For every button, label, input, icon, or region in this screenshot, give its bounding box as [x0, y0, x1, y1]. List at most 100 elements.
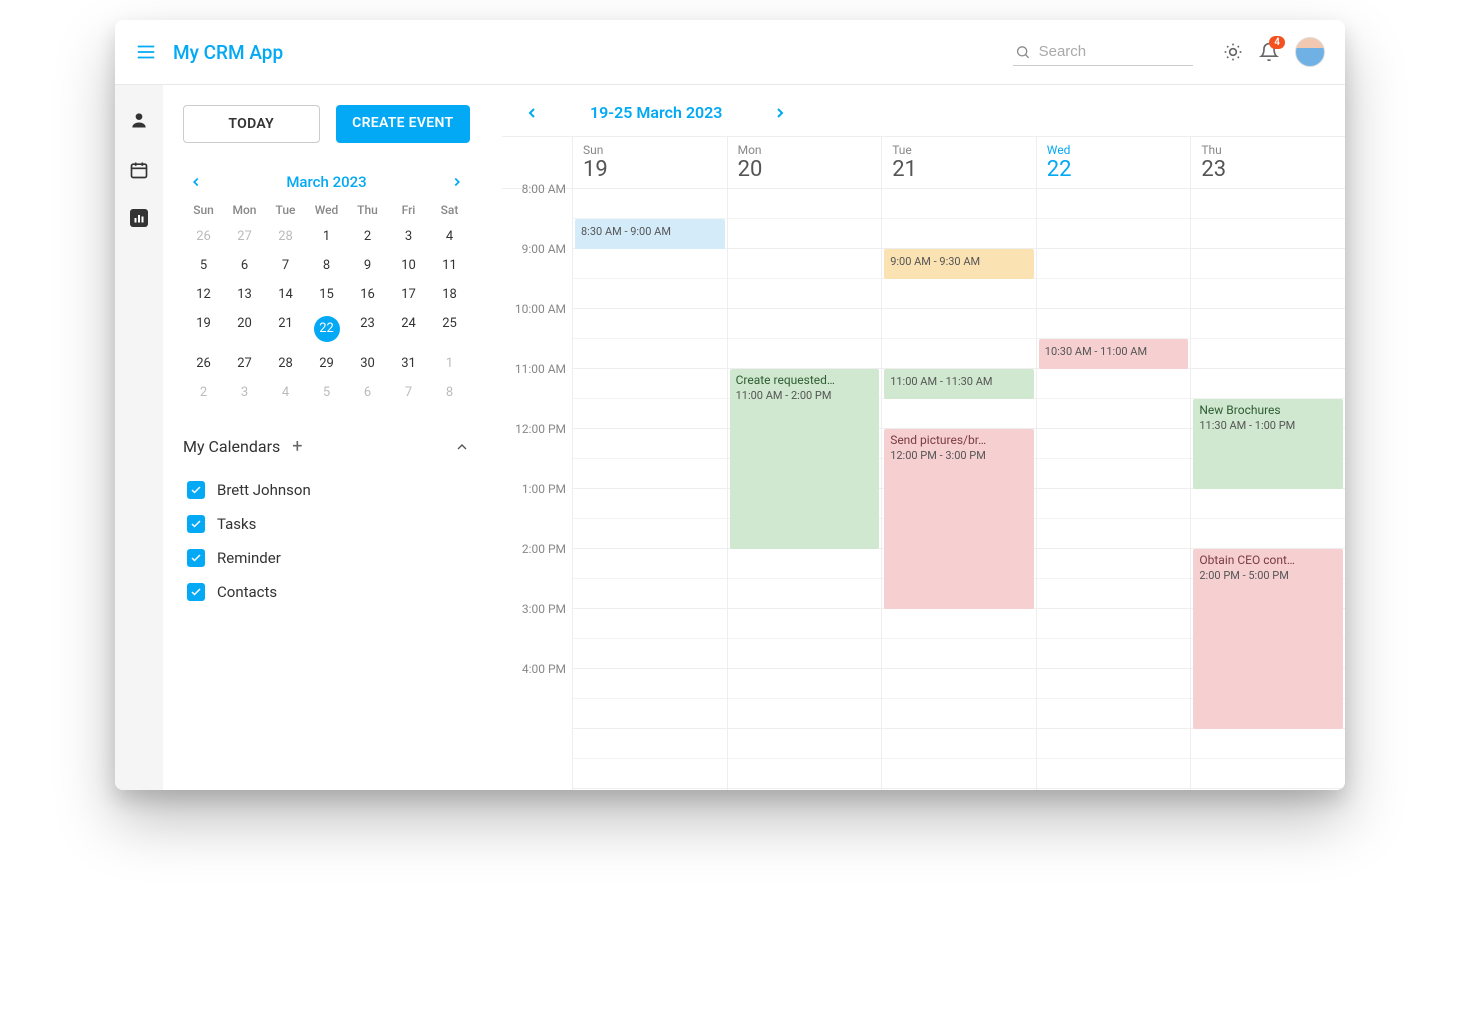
- mini-day[interactable]: 8: [429, 385, 470, 400]
- time-slot[interactable]: [728, 669, 882, 699]
- mini-day[interactable]: 28: [265, 356, 306, 371]
- time-slot[interactable]: [573, 759, 727, 789]
- time-slot[interactable]: [1037, 249, 1191, 279]
- time-slot[interactable]: [573, 549, 727, 579]
- time-slot[interactable]: [573, 699, 727, 729]
- time-slot[interactable]: [1191, 729, 1345, 759]
- mini-day[interactable]: 9: [347, 258, 388, 273]
- calendar-event[interactable]: Send pictures/br…12:00 PM - 3:00 PM: [884, 429, 1034, 609]
- menu-icon[interactable]: [135, 41, 157, 63]
- calendar-item[interactable]: Contacts: [183, 575, 470, 609]
- time-slot[interactable]: [573, 609, 727, 639]
- time-slot[interactable]: [728, 639, 882, 669]
- mini-day[interactable]: 28: [265, 229, 306, 244]
- search-input[interactable]: [1039, 43, 1191, 60]
- mini-day[interactable]: 12: [183, 287, 224, 302]
- mini-day[interactable]: 20: [224, 316, 265, 342]
- mini-day[interactable]: 27: [224, 229, 265, 244]
- mini-day[interactable]: 7: [388, 385, 429, 400]
- mini-day[interactable]: 22: [314, 316, 340, 342]
- mini-day[interactable]: 2: [183, 385, 224, 400]
- mini-day[interactable]: 19: [183, 316, 224, 342]
- mini-day[interactable]: 15: [306, 287, 347, 302]
- time-slot[interactable]: [1037, 729, 1191, 759]
- mini-day[interactable]: 4: [429, 229, 470, 244]
- time-slot[interactable]: [882, 759, 1036, 789]
- day-header[interactable]: Tue21: [882, 137, 1036, 189]
- mini-day[interactable]: 27: [224, 356, 265, 371]
- notifications-icon[interactable]: 4: [1259, 42, 1279, 62]
- mini-day[interactable]: 13: [224, 287, 265, 302]
- calendar-event[interactable]: 11:00 AM - 11:30 AM: [884, 369, 1034, 399]
- time-slot[interactable]: [1191, 369, 1345, 399]
- time-slot[interactable]: [882, 339, 1036, 369]
- mini-day[interactable]: 5: [183, 258, 224, 273]
- theme-toggle-icon[interactable]: [1223, 42, 1243, 62]
- time-slot[interactable]: [1037, 189, 1191, 219]
- time-slot[interactable]: [882, 729, 1036, 759]
- user-avatar[interactable]: [1295, 37, 1325, 67]
- time-slot[interactable]: [1191, 339, 1345, 369]
- time-slot[interactable]: [573, 669, 727, 699]
- time-slot[interactable]: [573, 369, 727, 399]
- time-slot[interactable]: [1191, 279, 1345, 309]
- time-slot[interactable]: [1191, 309, 1345, 339]
- time-slot[interactable]: [728, 549, 882, 579]
- time-slot[interactable]: [728, 189, 882, 219]
- time-slot[interactable]: [573, 489, 727, 519]
- mini-day[interactable]: 26: [183, 229, 224, 244]
- time-slot[interactable]: [728, 279, 882, 309]
- mini-prev-icon[interactable]: [189, 175, 203, 189]
- calendar-event[interactable]: 9:00 AM - 9:30 AM: [884, 249, 1034, 279]
- mini-day[interactable]: 26: [183, 356, 224, 371]
- time-slot[interactable]: [882, 609, 1036, 639]
- time-slot[interactable]: [1037, 579, 1191, 609]
- time-slot[interactable]: [1037, 549, 1191, 579]
- time-slot[interactable]: [728, 609, 882, 639]
- time-slot[interactable]: [1037, 699, 1191, 729]
- rail-contacts-icon[interactable]: [128, 109, 150, 131]
- mini-day[interactable]: 25: [429, 316, 470, 342]
- mini-day[interactable]: 2: [347, 229, 388, 244]
- time-slot[interactable]: [882, 669, 1036, 699]
- time-slot[interactable]: [573, 399, 727, 429]
- mini-day[interactable]: 14: [265, 287, 306, 302]
- mini-day[interactable]: 6: [224, 258, 265, 273]
- time-slot[interactable]: [1037, 219, 1191, 249]
- create-event-button[interactable]: CREATE EVENT: [336, 105, 471, 143]
- time-slot[interactable]: [882, 639, 1036, 669]
- today-button[interactable]: TODAY: [183, 105, 320, 143]
- time-slot[interactable]: [1037, 429, 1191, 459]
- calendar-event[interactable]: 10:30 AM - 11:00 AM: [1039, 339, 1189, 369]
- time-slot[interactable]: [1037, 609, 1191, 639]
- checkbox-icon[interactable]: [187, 481, 205, 499]
- mini-day[interactable]: 31: [388, 356, 429, 371]
- time-slot[interactable]: [1191, 519, 1345, 549]
- day-header[interactable]: Thu23: [1191, 137, 1345, 189]
- time-slot[interactable]: [728, 339, 882, 369]
- search-field[interactable]: [1013, 39, 1193, 66]
- time-slot[interactable]: [882, 699, 1036, 729]
- time-slot[interactable]: [1037, 369, 1191, 399]
- calendar-item[interactable]: Reminder: [183, 541, 470, 575]
- checkbox-icon[interactable]: [187, 583, 205, 601]
- checkbox-icon[interactable]: [187, 515, 205, 533]
- time-slot[interactable]: [573, 459, 727, 489]
- time-slot[interactable]: [1037, 639, 1191, 669]
- time-slot[interactable]: [1037, 519, 1191, 549]
- add-calendar-icon[interactable]: +: [292, 436, 302, 457]
- time-slot[interactable]: [573, 339, 727, 369]
- week-next-icon[interactable]: [772, 105, 788, 121]
- time-slot[interactable]: [1191, 249, 1345, 279]
- checkbox-icon[interactable]: [187, 549, 205, 567]
- time-slot[interactable]: [1191, 189, 1345, 219]
- time-slot[interactable]: [728, 699, 882, 729]
- time-slot[interactable]: [1037, 759, 1191, 789]
- time-slot[interactable]: [573, 309, 727, 339]
- time-slot[interactable]: [573, 189, 727, 219]
- mini-day[interactable]: 16: [347, 287, 388, 302]
- mini-day[interactable]: 11: [429, 258, 470, 273]
- time-slot[interactable]: [573, 279, 727, 309]
- calendar-item[interactable]: Tasks: [183, 507, 470, 541]
- time-slot[interactable]: [1037, 459, 1191, 489]
